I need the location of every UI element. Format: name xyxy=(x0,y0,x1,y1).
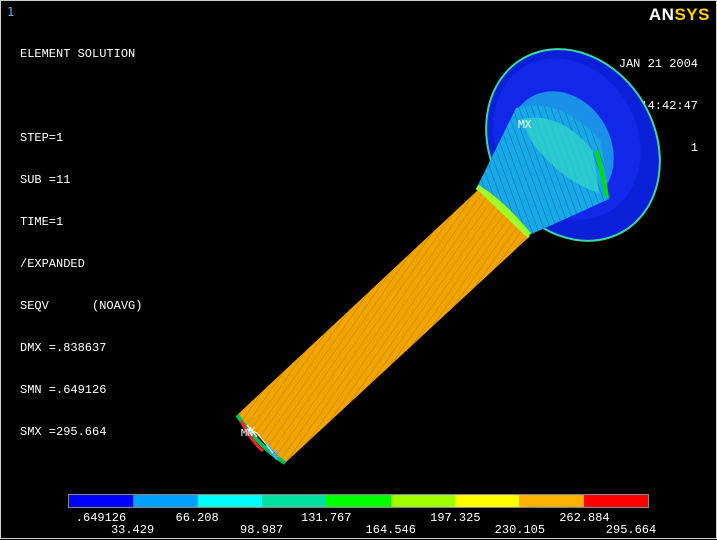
graphics-viewport[interactable]: 1 ELEMENT SOLUTION STEP=1 SUB =11 TIME=1… xyxy=(0,0,717,539)
legend-tick-label: 66.208 xyxy=(175,511,219,525)
legend-swatch xyxy=(197,495,262,507)
max-marker: MX xyxy=(518,118,532,131)
legend-swatch xyxy=(326,495,391,507)
z-axis-label: Z xyxy=(273,449,279,460)
legend-swatch xyxy=(69,495,134,507)
legend-swatch xyxy=(583,495,648,507)
x-axis-label: X xyxy=(249,426,255,437)
stress-contour-model[interactable]: MX MN X Z xyxy=(1,1,717,540)
legend-tick-label: 33.429 xyxy=(110,523,155,537)
legend-tick-label: 131.767 xyxy=(301,511,352,525)
legend-tick-label: 262.884 xyxy=(559,511,610,525)
legend-tick-label: 295.664 xyxy=(605,523,657,537)
tube xyxy=(235,187,531,465)
legend-swatch xyxy=(519,495,584,507)
legend-tick-label: 230.105 xyxy=(494,523,546,537)
legend-swatch xyxy=(261,495,327,507)
legend-swatch xyxy=(133,495,198,507)
legend-swatch xyxy=(390,495,455,507)
legend-tick-label: 98.987 xyxy=(240,523,284,537)
legend-swatch xyxy=(454,495,520,507)
legend-tick-label: 197.325 xyxy=(430,511,481,525)
contour-legend-bar xyxy=(68,494,649,508)
legend-tick-label: 164.546 xyxy=(365,523,416,537)
